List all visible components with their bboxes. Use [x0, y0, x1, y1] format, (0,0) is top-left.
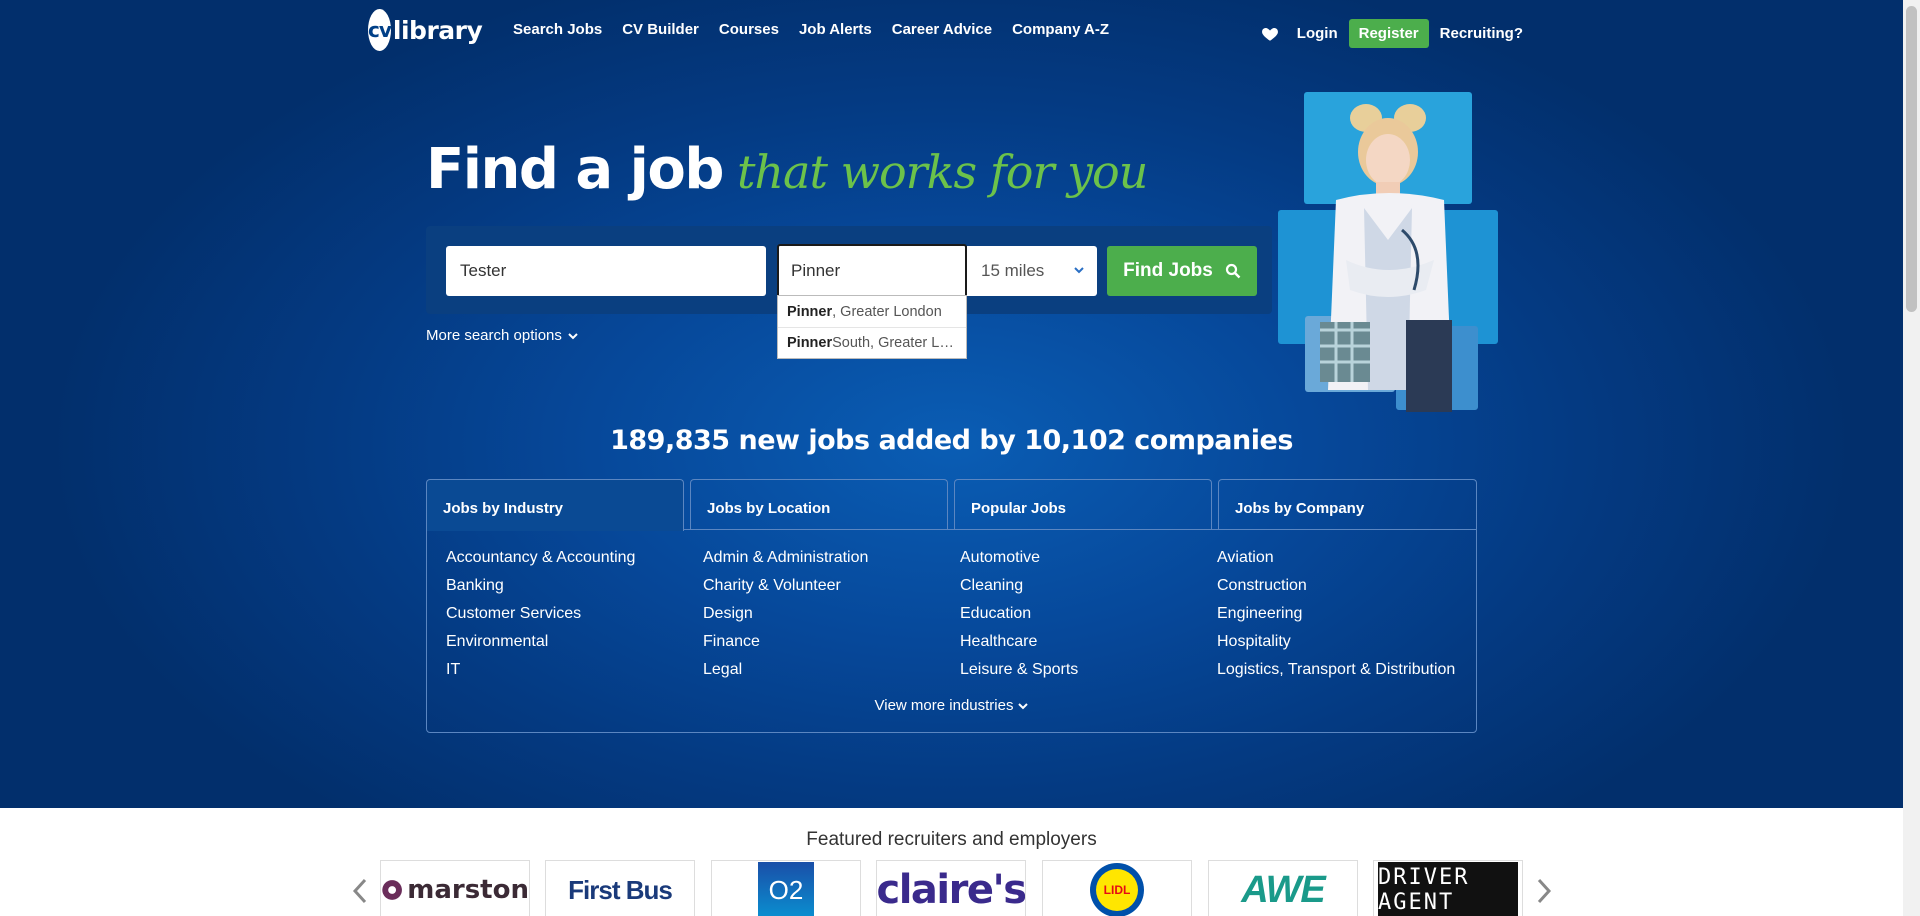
tab-popular-jobs[interactable]: Popular Jobs: [954, 479, 1212, 530]
employer-logo-claires[interactable]: claire's: [876, 860, 1026, 916]
employer-logo-driver-agent[interactable]: DRIVER AGENT: [1373, 860, 1523, 916]
employer-logo-first-bus[interactable]: First Bus: [545, 860, 695, 916]
jobs-tabs: Jobs by Industry Jobs by Location Popula…: [426, 479, 1477, 733]
industry-link[interactable]: Admin & Administration: [703, 548, 868, 576]
tab-jobs-by-location[interactable]: Jobs by Location: [690, 479, 948, 530]
industry-link[interactable]: Engineering: [1217, 604, 1455, 632]
chevron-down-icon: [1018, 702, 1029, 709]
chevron-down-icon: [568, 332, 578, 339]
nav-cv-builder[interactable]: CV Builder: [622, 21, 699, 38]
find-jobs-button[interactable]: Find Jobs: [1107, 246, 1257, 296]
industry-link[interactable]: Automotive: [960, 548, 1078, 576]
register-button[interactable]: Register: [1348, 19, 1429, 48]
keywords-input[interactable]: [446, 246, 766, 296]
nav-search-jobs[interactable]: Search Jobs: [513, 21, 602, 38]
hero-photo-collage: [1276, 90, 1498, 412]
industry-link[interactable]: Hospitality: [1217, 632, 1455, 660]
marston-mark-icon: [382, 880, 402, 900]
tab-jobs-by-industry[interactable]: Jobs by Industry: [426, 479, 684, 531]
logo-label: First Bus: [568, 874, 673, 905]
industry-link[interactable]: IT: [446, 660, 635, 688]
industry-link[interactable]: Banking: [446, 576, 635, 604]
recruiting-link[interactable]: Recruiting?: [1440, 25, 1523, 42]
nav-career-advice[interactable]: Career Advice: [892, 21, 992, 38]
headline-main: Find a job: [426, 137, 724, 202]
chevron-down-icon: [1074, 267, 1084, 274]
logo-label: claire's: [876, 867, 1026, 913]
logo-label: DRIVER AGENT: [1378, 865, 1470, 915]
industry-link[interactable]: Customer Services: [446, 604, 635, 632]
top-nav: cv library Search Jobs CV Builder Course…: [0, 0, 1903, 62]
logo-label: marston: [407, 875, 529, 905]
login-link[interactable]: Login: [1297, 25, 1338, 42]
employer-logo-marston[interactable]: marston: [380, 860, 530, 916]
industry-column: Automotive Cleaning Education Healthcare…: [960, 548, 1078, 688]
find-jobs-label: Find Jobs: [1123, 260, 1213, 281]
radius-value: 15 miles: [981, 261, 1045, 280]
industry-column: Admin & Administration Charity & Volunte…: [703, 548, 868, 688]
industry-link[interactable]: Aviation: [1217, 548, 1455, 576]
industry-link[interactable]: Environmental: [446, 632, 635, 660]
autocomplete-option[interactable]: Pinner, Greater London: [778, 296, 966, 327]
employer-logo-lidl[interactable]: LIDL: [1042, 860, 1192, 916]
job-stats: 189,835 new jobs added by 10,102 compani…: [610, 425, 1293, 456]
view-more-industries[interactable]: View more industries: [0, 697, 1903, 714]
scrollbar[interactable]: [1903, 0, 1920, 916]
industry-link[interactable]: Education: [960, 604, 1078, 632]
industry-column: Accountancy & Accounting Banking Custome…: [446, 548, 635, 688]
autocomplete-match: Pinner: [787, 335, 833, 351]
featured-title: Featured recruiters and employers: [806, 829, 1097, 850]
location-autocomplete: Pinner, Greater London Pinner South, Gre…: [777, 295, 967, 359]
logo-text: library: [392, 15, 483, 45]
industry-link[interactable]: Leisure & Sports: [960, 660, 1078, 688]
more-search-options-label: More search options: [426, 327, 562, 344]
employer-logo-awe[interactable]: AWE: [1208, 860, 1358, 916]
view-more-label: View more industries: [874, 697, 1014, 714]
tab-jobs-by-company[interactable]: Jobs by Company: [1218, 479, 1477, 530]
industry-column: Aviation Construction Engineering Hospit…: [1217, 548, 1455, 688]
scrollbar-thumb[interactable]: [1906, 6, 1917, 312]
nav-account: Login Register Recruiting?: [1261, 19, 1523, 48]
industry-link[interactable]: Construction: [1217, 576, 1455, 604]
logo-label: O2: [768, 874, 804, 905]
employer-logo-o2[interactable]: O2: [711, 860, 861, 916]
more-search-options[interactable]: More search options: [426, 327, 578, 344]
industry-link[interactable]: Logistics, Transport & Distribution: [1217, 660, 1455, 688]
industry-link[interactable]: Legal: [703, 660, 868, 688]
nav-job-alerts[interactable]: Job Alerts: [799, 21, 872, 38]
industry-link[interactable]: Design: [703, 604, 868, 632]
nav-company-a-z[interactable]: Company A-Z: [1012, 21, 1109, 38]
nav-courses[interactable]: Courses: [719, 21, 779, 38]
chevron-right-icon[interactable]: [1534, 877, 1554, 905]
nav-links: Search Jobs CV Builder Courses Job Alert…: [513, 21, 1129, 38]
heart-icon[interactable]: [1261, 25, 1279, 43]
woman-photo: [1320, 104, 1452, 412]
search-icon: [1225, 263, 1241, 279]
industry-link[interactable]: Accountancy & Accounting: [446, 548, 635, 576]
industry-link[interactable]: Charity & Volunteer: [703, 576, 868, 604]
page-headline: Find a job that works for you: [426, 137, 1148, 202]
autocomplete-rest: , Greater London: [832, 303, 942, 320]
industry-link[interactable]: Finance: [703, 632, 868, 660]
industry-link[interactable]: Cleaning: [960, 576, 1078, 604]
location-input[interactable]: [777, 244, 967, 298]
radius-select[interactable]: 15 miles: [967, 246, 1097, 296]
industry-link[interactable]: Healthcare: [960, 632, 1078, 660]
cv-library-logo[interactable]: cv library: [368, 8, 483, 52]
autocomplete-option[interactable]: Pinner South, Greater London: [778, 327, 966, 358]
logo-label: LIDL: [1103, 883, 1131, 897]
headline-tagline: that works for you: [736, 145, 1148, 199]
autocomplete-match: Pinner: [787, 303, 833, 320]
logo-mark: cv: [368, 9, 392, 51]
logo-label: AWE: [1241, 868, 1326, 911]
autocomplete-rest: South, Greater London: [832, 335, 957, 351]
chevron-left-icon[interactable]: [350, 877, 370, 905]
